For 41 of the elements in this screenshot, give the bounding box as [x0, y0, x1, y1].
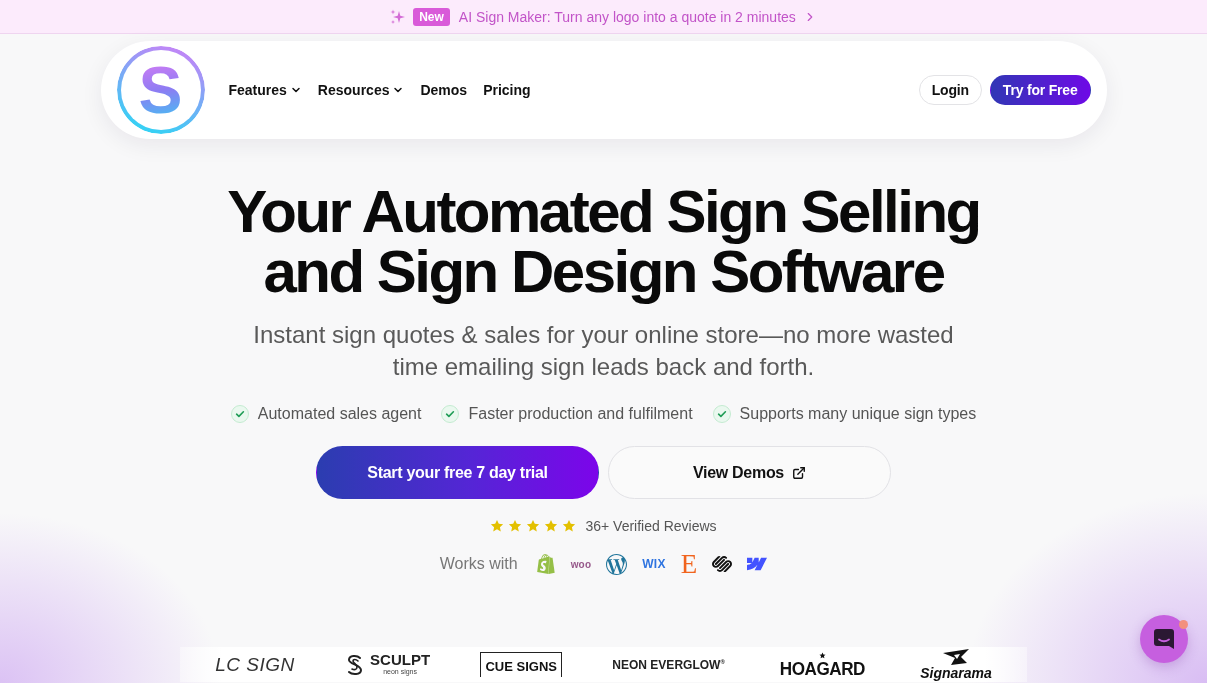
nav-link[interactable]: Pricing [483, 82, 531, 98]
notification-dot-icon [1179, 620, 1188, 629]
star-icon [526, 519, 541, 533]
trial-button[interactable]: Start your free 7 day trial [316, 446, 599, 499]
flag-icon [941, 649, 971, 665]
hero-subtitle: Instant sign quotes & sales for your online store—no more wasted time emailing sign leads back and forth. [252, 320, 955, 382]
try-free-button[interactable]: Try for Free [989, 75, 1091, 105]
check-icon [441, 405, 460, 423]
external-link-icon [792, 465, 806, 480]
nav-link[interactable]: Demos [420, 82, 468, 98]
hero-title: Your Automated Sign Selling and Sign Design Software [226, 182, 981, 302]
reviews-text: 36+ Verified Reviews [585, 518, 717, 534]
customer-wordmark: CUE SIGNS [480, 652, 562, 677]
platform-wordmark: WIX [642, 557, 666, 571]
feature-text: Supports many unique sign types [739, 404, 977, 424]
check-icon [230, 405, 249, 423]
platform-wordmark: E [680, 552, 698, 576]
star-icon [508, 519, 523, 533]
feature-text: Faster production and fulfilment [468, 404, 693, 424]
customer-wordmark: SCULPT [370, 653, 431, 667]
star-icon [544, 519, 559, 533]
nav-link[interactable]: Resources [317, 82, 405, 98]
star-icon [562, 519, 577, 533]
customer-wordmark: Signarama [920, 666, 992, 680]
shopping-bag-icon [535, 554, 556, 574]
customer-wordmark: LC SIGN [215, 653, 295, 676]
star-icon [490, 519, 505, 533]
nav-link[interactable]: Features [228, 82, 302, 98]
star-icon [819, 651, 826, 659]
customer-wordmark: HOAGARD [779, 659, 866, 678]
feature-text: Automated sales agent [257, 404, 422, 424]
customer-wordmark: NEON EVERGLOW$^{®}$ [612, 657, 725, 672]
demos-button[interactable]: View Demos [608, 446, 891, 499]
works-with-label: Works with [439, 555, 518, 573]
login-button[interactable]: Login [918, 75, 982, 105]
new-badge: New [413, 7, 450, 26]
chat-icon [1152, 627, 1176, 651]
interlocked-bars-icon [712, 554, 733, 574]
platform-wordmark: woo [570, 558, 592, 570]
chat-button[interactable] [1140, 615, 1188, 663]
check-icon [712, 405, 731, 423]
